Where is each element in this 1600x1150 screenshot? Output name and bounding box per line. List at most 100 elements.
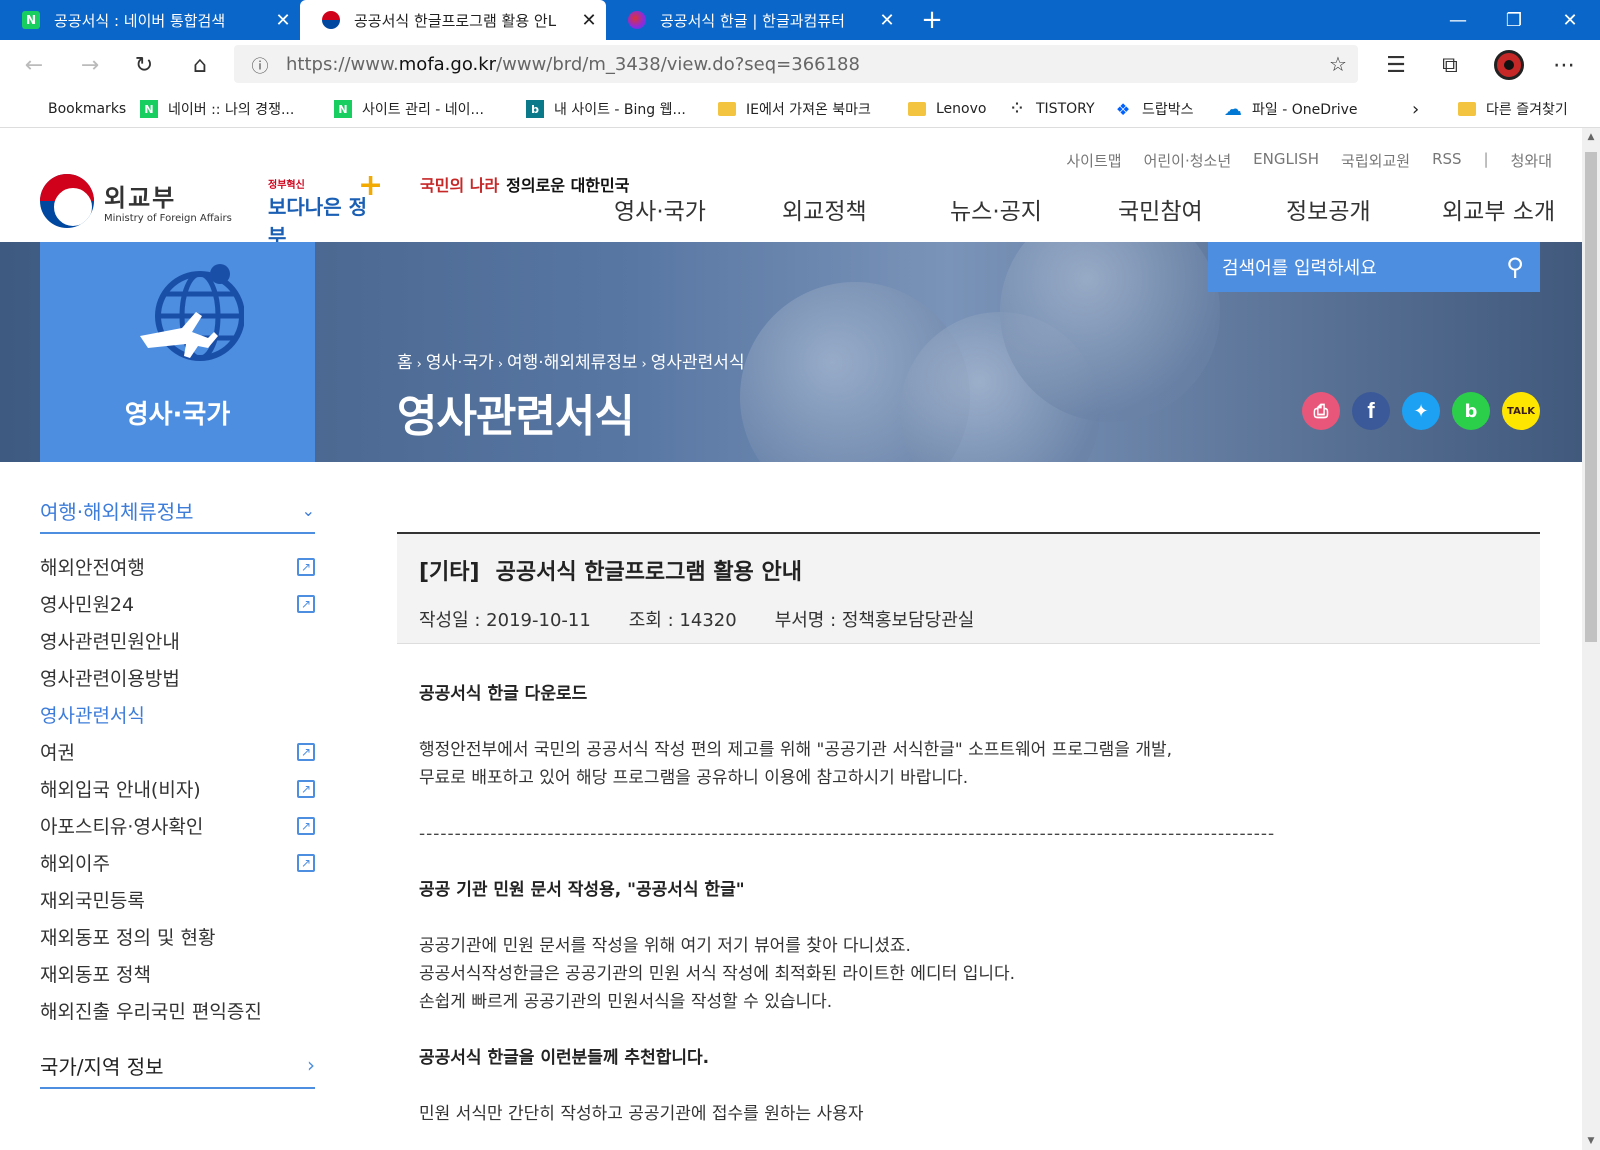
section-label: 영사·국가 [124, 400, 231, 430]
site-info-icon[interactable]: ⓘ [242, 52, 278, 77]
kakaotalk-icon[interactable]: TALK [1502, 392, 1540, 430]
lnb-item[interactable]: 재외국민등록 [40, 881, 315, 918]
more-menu-icon[interactable]: ⋯ [1546, 48, 1582, 82]
band-icon[interactable]: b [1452, 392, 1490, 430]
back-button[interactable]: ← [16, 48, 52, 82]
slogan-badge[interactable]: 국민의 나라 정의로운 대한민국 [420, 172, 629, 196]
site-search[interactable]: 검색어를 입력하세요 ⚲ [1208, 242, 1540, 292]
breadcrumb-item[interactable]: 여행·해외체류정보 [507, 353, 638, 373]
bookmark-item[interactable]: N 네이버 :: 나의 경쟁... [140, 90, 294, 128]
close-tab-icon[interactable]: ✕ [266, 10, 300, 31]
util-link-rss[interactable]: RSS [1432, 150, 1461, 171]
new-tab-button[interactable]: + [912, 0, 952, 40]
tab-active-mofa[interactable]: 공공서식 한글프로그램 활용 안L ✕ [300, 0, 606, 40]
bookmark-item[interactable]: b 내 사이트 - Bing 웹... [526, 90, 686, 128]
onedrive-icon: ☁ [1224, 98, 1242, 120]
bookmark-label: Bookmarks [48, 101, 127, 117]
lnb-item[interactable]: 재외동포 정의 및 현황 [40, 918, 315, 955]
plus-icon: + [358, 168, 384, 203]
lnb-item[interactable]: 영사관련민원안내 [40, 622, 315, 659]
bookmark-item[interactable]: Bookmarks [20, 90, 126, 128]
util-link-sitemap[interactable]: 사이트맵 [1066, 150, 1121, 171]
address-bar[interactable]: ⓘ https://www.mofa.go.kr/www/brd/m_3438/… [234, 45, 1358, 83]
bookmark-item[interactable]: N 사이트 관리 - 네이... [334, 90, 484, 128]
lnb-item-label: 해외안전여행 [40, 557, 145, 579]
slogan-part-a: 국민의 나라 [420, 176, 500, 195]
gnb-item[interactable]: 외교부 소개 [1442, 192, 1555, 226]
government-innovation-badge[interactable]: 정부혁신 보다나은 정부 + [268, 168, 383, 248]
vertical-scrollbar[interactable]: ▲ ▼ [1582, 128, 1600, 1150]
breadcrumb-home[interactable]: 홈 [397, 353, 413, 373]
folder-icon [908, 102, 926, 116]
util-link-english[interactable]: ENGLISH [1253, 150, 1319, 171]
favorite-star-icon[interactable]: ☆ [1318, 52, 1358, 76]
lnb-item[interactable]: 아포스티유·영사확인 ↗ [40, 807, 315, 844]
util-link-president[interactable]: 청와대 [1511, 150, 1552, 171]
folder-icon [1458, 102, 1476, 116]
close-tab-icon[interactable]: ✕ [870, 10, 904, 31]
util-link-knda[interactable]: 국립외교원 [1341, 150, 1410, 171]
lnb-item[interactable]: 영사관련이용방법 [40, 659, 315, 696]
scroll-up-icon[interactable]: ▲ [1582, 132, 1600, 142]
restore-button[interactable]: ❐ [1486, 0, 1542, 40]
forward-button[interactable]: → [72, 48, 108, 82]
close-window-button[interactable]: ✕ [1542, 0, 1598, 40]
article-meta: 작성일 : 2019-10-11 조회 : 14320 부서명 : 정책홍보담당… [419, 606, 1518, 632]
lnb-item[interactable]: 영사관련서식 [40, 696, 315, 733]
bookmark-folder[interactable]: IE에서 가져온 북마크 [718, 90, 871, 128]
lnb-item-label: 해외진출 우리국민 편익증진 [40, 1001, 262, 1023]
scroll-down-icon[interactable]: ▼ [1582, 1136, 1600, 1146]
article-title-text: 공공서식 한글프로그램 활용 안내 [495, 560, 802, 585]
gnb-item[interactable]: 국민참여 [1118, 192, 1286, 226]
search-input[interactable]: 검색어를 입력하세요 [1208, 254, 1490, 280]
collections-icon[interactable]: ⧉ [1432, 48, 1468, 82]
profile-avatar[interactable] [1494, 50, 1524, 80]
breadcrumb-item[interactable]: 영사·국가 [426, 353, 494, 373]
bookmark-item[interactable]: ❖ 드랍박스 [1114, 90, 1194, 128]
print-icon[interactable]: ⎙ [1302, 392, 1340, 430]
lnb-country-info[interactable]: 국가/지역 정보 › [40, 1043, 315, 1089]
favorites-list-icon[interactable]: ☰ [1378, 48, 1414, 82]
share-buttons: ⎙ f ✦ b TALK [1302, 392, 1540, 430]
url-text[interactable]: https://www.mofa.go.kr/www/brd/m_3438/vi… [286, 54, 1318, 75]
gnb-item[interactable]: 영사·국가 [614, 192, 782, 226]
gnb-item[interactable]: 정보공개 [1286, 192, 1442, 226]
bookmark-folder[interactable]: 다른 즐겨찾기 [1458, 90, 1568, 128]
minimize-button[interactable]: — [1430, 0, 1486, 40]
bookmark-item[interactable]: ⁘ TISTORY [1008, 90, 1094, 128]
lnb-item[interactable]: 해외입국 안내(비자) ↗ [40, 770, 315, 807]
main-navigation: 영사·국가 외교정책 뉴스·공지 국민참여 정보공개 외교부 소개 [614, 192, 1555, 226]
article-title: [기타] 공공서식 한글프로그램 활용 안내 [419, 554, 1518, 586]
lnb-item[interactable]: 영사민원24 ↗ [40, 585, 315, 622]
mofa-logo[interactable]: 외교부 Ministry of Foreign Affairs [40, 174, 232, 228]
gnb-item[interactable]: 외교정책 [782, 192, 950, 226]
facebook-icon[interactable]: f [1352, 392, 1390, 430]
tab-hancom[interactable]: 공공서식 한글 | 한글과컴퓨터 ✕ [606, 0, 904, 40]
twitter-icon[interactable]: ✦ [1402, 392, 1440, 430]
bookmark-folder[interactable]: Lenovo [908, 90, 986, 128]
scroll-thumb[interactable] [1585, 152, 1597, 642]
paragraph-line: 무료로 배포하고 있어 해당 프로그램을 공유하니 이용에 참고하시기 바랍니다… [419, 768, 969, 788]
external-link-icon: ↗ [297, 816, 315, 835]
dropbox-icon: ❖ [1115, 99, 1131, 119]
tab-naver-search[interactable]: N 공공서식 : 네이버 통합검색 ✕ [0, 0, 300, 40]
section-heading: 공공서식 한글 다운로드 [419, 684, 588, 704]
more-bookmarks-chevron-icon[interactable]: › [1412, 90, 1419, 128]
folder-icon [718, 102, 736, 116]
home-button[interactable]: ⌂ [182, 48, 218, 82]
util-link-kids[interactable]: 어린이·청소년 [1144, 150, 1232, 171]
lnb-item[interactable]: 해외이주 ↗ [40, 844, 315, 881]
lnb-item[interactable]: 해외안전여행 ↗ [40, 548, 315, 585]
search-icon[interactable]: ⚲ [1490, 253, 1540, 281]
bookmark-item[interactable]: ☁ 파일 - OneDrive [1224, 90, 1358, 128]
lnb-section-title: 국가/지역 정보 [40, 1054, 164, 1079]
refresh-button[interactable]: ↻ [126, 48, 162, 82]
paragraph-line: 행정안전부에서 국민의 공공서식 작성 편의 제고를 위해 "공공기관 서식한글… [419, 740, 1173, 760]
lnb-item[interactable]: 재외동포 정책 [40, 955, 315, 992]
lnb-item[interactable]: 해외진출 우리국민 편익증진 [40, 992, 315, 1029]
close-tab-icon[interactable]: ✕ [572, 10, 606, 31]
lnb-item[interactable]: 여권 ↗ [40, 733, 315, 770]
bookmark-label: 네이버 :: 나의 경쟁... [168, 102, 295, 118]
lnb-section-toggle[interactable]: 여행·해외체류정보 ⌄ [40, 488, 315, 534]
gnb-item[interactable]: 뉴스·공지 [950, 192, 1118, 226]
